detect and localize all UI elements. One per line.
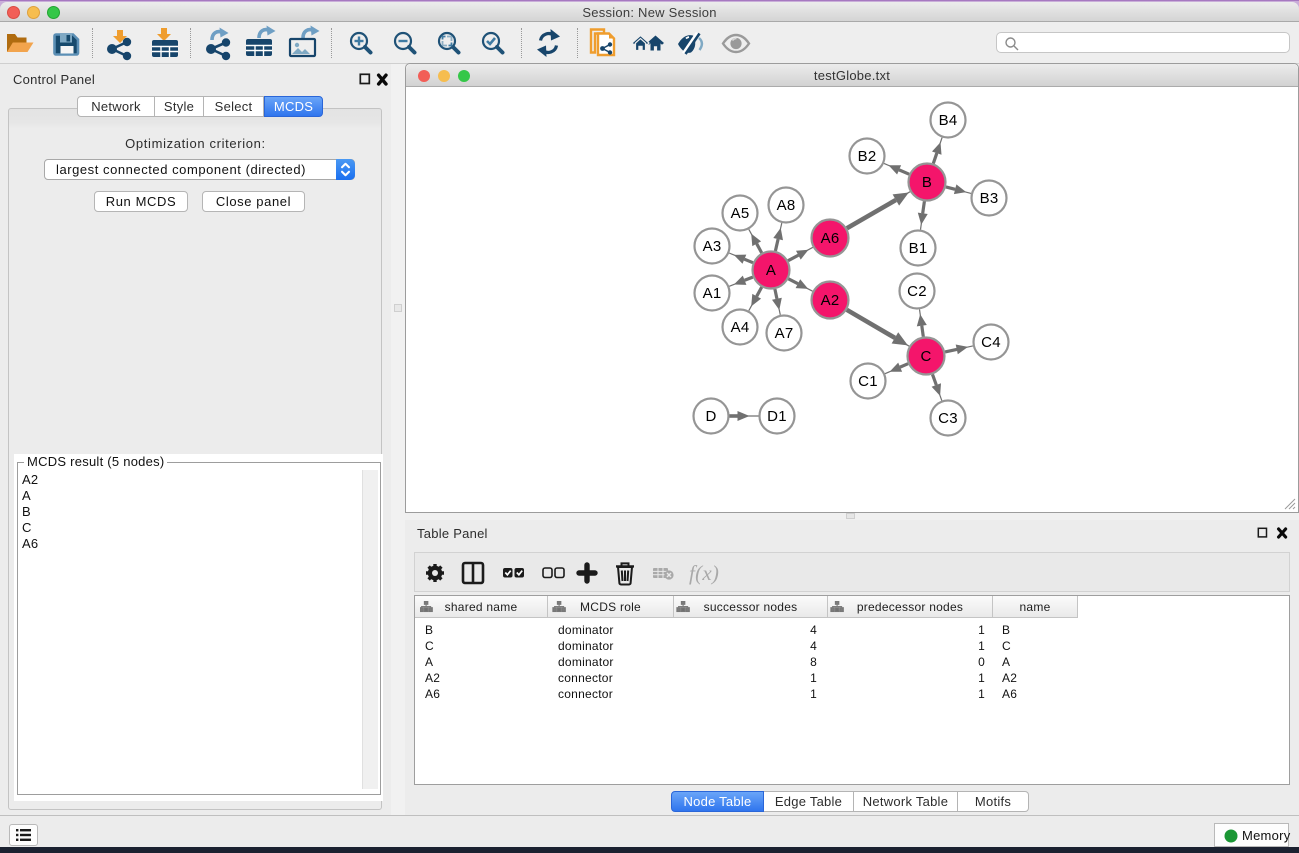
svg-text:A3: A3 [703,238,722,255]
svg-text:A4: A4 [731,319,750,336]
svg-text:D1: D1 [767,408,787,425]
svg-text:B: B [922,174,932,191]
svg-text:B1: B1 [909,240,928,257]
svg-text:C1: C1 [858,373,878,390]
svg-text:A6: A6 [821,230,840,247]
svg-text:A2: A2 [821,292,840,309]
svg-text:D: D [705,408,716,425]
svg-text:B3: B3 [980,190,999,207]
svg-text:A7: A7 [775,325,794,342]
svg-text:C3: C3 [938,410,958,427]
svg-text:C: C [920,348,931,365]
svg-text:A5: A5 [731,205,750,222]
svg-text:A8: A8 [777,197,796,214]
svg-text:C4: C4 [981,334,1001,351]
svg-text:A1: A1 [703,285,722,302]
svg-text:A: A [766,262,776,279]
svg-text:B4: B4 [939,112,958,129]
svg-text:f(x): f(x) [689,561,719,585]
svg-text:C2: C2 [907,283,927,300]
svg-text:B2: B2 [858,148,877,165]
